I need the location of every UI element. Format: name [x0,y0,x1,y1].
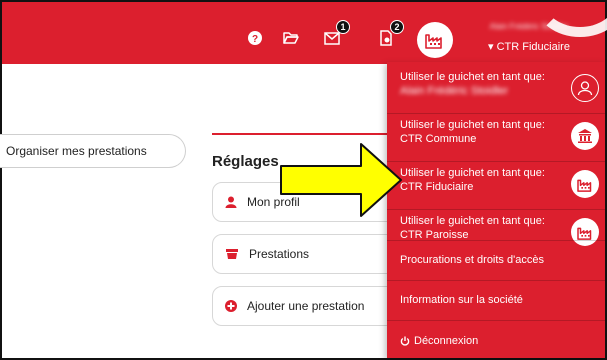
organise-prestations-label: Organiser mes prestations [6,144,147,158]
question-circle-icon[interactable]: ? [245,28,265,48]
basket-icon [226,249,238,259]
prestations-button[interactable]: Prestations [212,234,397,274]
avatar[interactable] [417,22,453,58]
settings-divider [212,133,387,135]
organise-prestations-button[interactable]: Organiser mes prestations [0,134,186,168]
factory-icon [425,34,442,49]
menu-divider [387,320,605,321]
prestations-label: Prestations [249,247,310,261]
doc-badge: 2 [390,20,404,34]
user-outline-icon [571,74,599,102]
menu-divider [387,113,605,114]
mail-icon[interactable]: 1 [322,20,350,48]
logout-button[interactable]: Déconnexion [387,324,605,358]
user-icon [225,196,237,208]
power-icon [400,336,410,346]
menu-item-use-as-user[interactable]: Utiliser le guichet en tant que: Alain F… [387,70,605,106]
factory-icon [571,170,599,198]
top-bar: ? 1 2 Alain Frédéric Stoidler ▾ CTR Fidu… [2,0,607,64]
svg-text:?: ? [252,34,258,45]
menu-item-use-as-fiduciaire[interactable]: Utiliser le guichet en tant que: CTR Fid… [387,166,605,202]
plus-circle-icon [225,300,237,312]
document-gear-icon[interactable]: 2 [376,20,404,48]
user-role-dropdown[interactable]: ▾ CTR Fiduciaire [464,40,594,53]
menu-item-procurations[interactable]: Procurations et droits d'accès [387,240,605,280]
add-prestation-button[interactable]: Ajouter une prestation [212,286,397,326]
townhall-icon [571,122,599,150]
annotation-arrow [280,143,402,217]
company-info-label: Information sur la société [400,294,523,306]
folder-open-icon[interactable] [281,28,301,48]
account-dropdown-menu: Utiliser le guichet en tant que: Alain F… [387,62,605,358]
procurations-label: Procurations et droits d'accès [400,254,544,266]
add-prestation-label: Ajouter une prestation [247,299,365,313]
menu-divider [387,209,605,210]
decorative-arc [535,0,607,37]
menu-item-use-as-commune[interactable]: Utiliser le guichet en tant que: CTR Com… [387,118,605,154]
logout-label: Déconnexion [414,335,479,347]
menu-item-company-info[interactable]: Information sur la société [387,280,605,320]
user-name: Alain Frédéric Stoidler [489,22,569,31]
settings-title: Réglages [212,153,279,170]
menu-divider [387,161,605,162]
mail-badge: 1 [336,20,350,34]
